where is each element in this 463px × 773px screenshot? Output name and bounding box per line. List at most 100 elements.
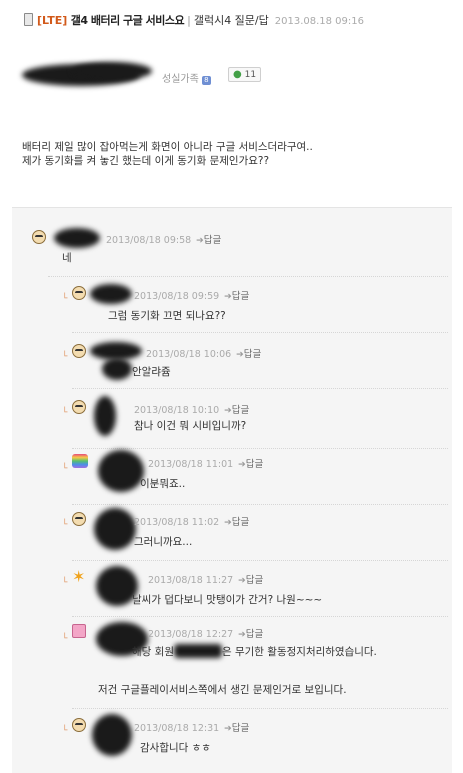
star-avatar-icon: ✶ — [72, 567, 86, 586]
comment-item: 2013/08/18 10:06 ➔답글 안알랴쥼 — [72, 342, 442, 384]
reply-arrow-icon: ➔ — [196, 236, 204, 246]
post-body-line: 제가 동기화를 켜 놓긴 했는데 이게 동기화 문제인가요?? — [22, 155, 270, 167]
comment-text-second-line: 저건 구글플레이서비스쪽에서 생긴 문제인거로 보입니다. — [98, 684, 347, 696]
post-body-line: 배터리 제일 많이 잡아먹는게 화면이 아니라 구글 서비스더라구여.. — [22, 141, 313, 153]
comment-meta: 2013/08/18 10:10 ➔답글 — [134, 402, 249, 416]
comment-date: 2013/08/18 09:59 — [134, 291, 220, 302]
author-row: 성실가족 8 ● 11 — [22, 62, 452, 92]
reply-label: 답글 — [245, 575, 264, 586]
comment-item: 2013/08/18 09:58 ➔답글 네 — [32, 228, 442, 270]
comment-divider — [72, 708, 448, 709]
comment-divider — [72, 448, 448, 449]
comment-divider — [72, 332, 448, 333]
face-avatar-icon — [72, 718, 86, 732]
reply-label: 답글 — [245, 629, 264, 640]
phone-icon — [24, 13, 33, 26]
reply-button[interactable]: ➔답글 — [224, 723, 249, 734]
reply-button[interactable]: ➔답글 — [238, 629, 263, 640]
commenter-nickname-redacted[interactable] — [94, 508, 136, 550]
comment-count-badge[interactable]: ● 11 — [228, 67, 262, 82]
comment-item: 2013/08/18 09:59 ➔답글 그럼 동기화 끄면 되나요?? — [72, 284, 442, 326]
comment-divider — [72, 388, 448, 389]
comment-meta: 2013/08/18 09:59 ➔답글 — [134, 288, 249, 302]
comment-item: ✶ 2013/08/18 11:27 ➔답글 날씨가 덥다보니 맛탱이가 간거? … — [72, 566, 442, 614]
comment-meta: 2013/08/18 11:02 ➔답글 — [134, 514, 249, 528]
face-avatar-icon — [72, 512, 86, 526]
comment-date: 2013/08/18 10:10 — [134, 405, 220, 416]
board-name[interactable]: 갤럭시4 질문/답 — [194, 14, 269, 27]
author-rank-label: 성실가족 — [162, 74, 199, 85]
commenter-nickname-redacted[interactable] — [92, 714, 132, 756]
comment-divider — [72, 504, 448, 505]
comment-meta: 2013/08/18 11:01 ➔답글 — [148, 456, 263, 470]
reply-arrow-icon: ➔ — [238, 460, 246, 470]
commenter-nickname-redacted-part — [102, 358, 132, 380]
author-rank: 성실가족 8 — [162, 70, 211, 85]
comment-item: 2013/08/18 11:02 ➔답글 그러니까요... — [72, 508, 442, 556]
post-date: 2013.08.18 09:16 — [274, 16, 365, 27]
comment-count: 11 — [244, 70, 257, 80]
comment-date: 2013/08/18 11:27 — [148, 575, 234, 586]
comment-text-part: 은 무기한 활동정지처리하였습니다. — [221, 646, 377, 658]
post-tag: [LTE] — [37, 14, 68, 27]
comment-text-part: 해당 회원 — [132, 646, 174, 658]
comment-date: 2013/08/18 09:58 — [106, 235, 192, 246]
reply-button[interactable]: ➔답글 — [238, 459, 263, 470]
reply-indent-icon: └ — [62, 634, 68, 644]
face-avatar-icon — [72, 286, 86, 300]
reply-label: 답글 — [245, 459, 264, 470]
rank-badge-icon: 8 — [201, 76, 211, 85]
post-title-bar: [LTE] 갤4 배터리 구글 서비스요 | 갤럭시4 질문/답 2013.08.18… — [24, 12, 454, 30]
reply-indent-icon: └ — [62, 578, 68, 588]
comment-text: 날씨가 덥다보니 맛탱이가 간거? 나원~~~ — [132, 594, 323, 606]
redacted-member-name — [173, 644, 222, 658]
comment-text: 그러니까요... — [134, 536, 193, 548]
comment-item: 2013/08/18 11:01 ➔답글 이분뭐죠.. — [72, 450, 442, 498]
face-avatar-icon — [32, 230, 46, 244]
reply-indent-icon: └ — [62, 520, 68, 530]
reply-indent-icon: └ — [62, 464, 68, 474]
reply-indent-icon: └ — [62, 294, 68, 304]
comment-divider — [72, 616, 448, 617]
reply-indent-icon: └ — [62, 408, 68, 418]
reply-arrow-icon: ➔ — [224, 406, 232, 416]
reply-label: 답글 — [243, 349, 262, 360]
commenter-nickname-redacted[interactable] — [94, 396, 116, 436]
comment-meta: 2013/08/18 09:58 ➔답글 — [106, 232, 221, 246]
reply-label: 답글 — [231, 405, 250, 416]
reply-label: 답글 — [231, 517, 250, 528]
comment-text: 감사합니다 ㅎㅎ — [140, 742, 211, 754]
reply-indent-icon: └ — [62, 352, 68, 362]
comment-divider — [48, 276, 448, 277]
post-title[interactable]: 갤4 배터리 구글 서비스요 — [71, 14, 185, 27]
comment-text: 해당 회원 은 무기한 활동정지처리하였습니다. — [132, 644, 377, 659]
comments-panel: 2013/08/18 09:58 ➔답글 네 └ 2013/08/18 09:59… — [12, 207, 452, 773]
reply-label: 답글 — [231, 291, 250, 302]
reply-button[interactable]: ➔답글 — [224, 291, 249, 302]
comment-item: 2013/08/18 10:10 ➔답글 참나 이건 뭐 시비입니까? — [72, 396, 442, 444]
comment-divider — [72, 560, 448, 561]
reply-button[interactable]: ➔답글 — [224, 517, 249, 528]
reply-arrow-icon: ➔ — [224, 292, 232, 302]
comment-text: 이분뭐죠.. — [140, 478, 186, 490]
reply-label: 답글 — [231, 723, 250, 734]
comment-text: 네 — [62, 252, 72, 264]
reply-button[interactable]: ➔답글 — [196, 235, 221, 246]
face-avatar-icon — [72, 344, 86, 358]
reply-arrow-icon: ➔ — [238, 630, 246, 640]
comment-meta: 2013/08/18 12:31 ➔답글 — [134, 720, 249, 734]
title-separator: | — [187, 14, 191, 27]
commenter-nickname-redacted[interactable] — [98, 450, 144, 492]
comment-meta: 2013/08/18 11:27 ➔답글 — [148, 572, 263, 586]
comment-meta: 2013/08/18 12:27 ➔답글 — [148, 626, 263, 640]
commenter-nickname-redacted[interactable] — [90, 284, 132, 304]
reply-button[interactable]: ➔답글 — [236, 349, 261, 360]
commenter-nickname-redacted[interactable] — [54, 228, 100, 248]
comment-item: 2013/08/18 12:31 ➔답글 감사합니다 ㅎㅎ — [72, 714, 442, 762]
reply-button[interactable]: ➔답글 — [238, 575, 263, 586]
reply-button[interactable]: ➔답글 — [224, 405, 249, 416]
pink-avatar-icon — [72, 624, 86, 638]
comment-text: 그럼 동기화 끄면 되나요?? — [108, 310, 226, 322]
author-nickname-redacted-part — [72, 62, 152, 80]
reply-arrow-icon: ➔ — [236, 350, 244, 360]
